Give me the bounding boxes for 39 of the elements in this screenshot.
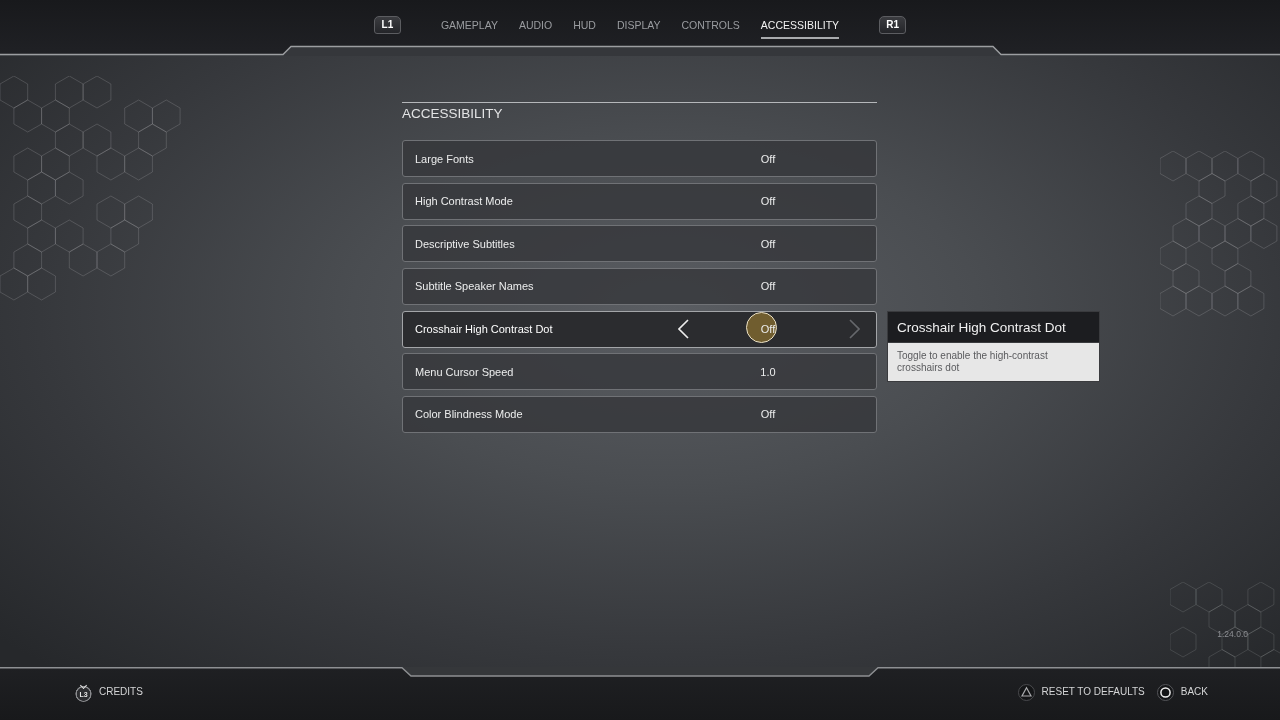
setting-row[interactable]: Subtitle Speaker Names Off xyxy=(402,267,877,305)
setting-value: Off xyxy=(760,407,776,422)
setting-value: Off xyxy=(760,151,776,166)
setting-row[interactable]: Crosshair High Contrast Dot Off xyxy=(402,310,877,348)
chevron-right-icon xyxy=(848,319,860,340)
setting-value: Off xyxy=(760,322,776,337)
cursor-ring-icon xyxy=(746,312,777,344)
tab[interactable]: ACCESSIBILITY xyxy=(760,11,840,39)
tab[interactable]: CONTROLS xyxy=(681,11,740,39)
setting-label: High Contrast Mode xyxy=(415,194,513,209)
circle-icon xyxy=(1156,683,1174,701)
section-title: ACCESSIBILITY xyxy=(402,106,503,122)
tab[interactable]: GAMEPLAY xyxy=(440,11,498,39)
tooltip-description: Toggle to enable the high-contrast crosshairs dot xyxy=(887,342,1100,382)
back-button[interactable]: BACK xyxy=(1156,683,1208,701)
setting-value: Off xyxy=(760,279,776,294)
setting-row[interactable]: High Contrast Mode Off xyxy=(402,182,877,220)
setting-label: Color Blindness Mode xyxy=(415,407,523,422)
setting-label: Menu Cursor Speed xyxy=(415,364,514,379)
version-label: 1.24.0.0 xyxy=(1217,629,1248,639)
chevron-left-icon xyxy=(677,319,689,340)
tab[interactable]: DISPLAY xyxy=(616,11,661,39)
reset-defaults-button[interactable]: RESET TO DEFAULTS xyxy=(1017,683,1145,701)
setting-value: 1.0 xyxy=(760,364,776,379)
tab[interactable]: HUD xyxy=(573,11,596,39)
setting-row[interactable]: Large Fonts Off xyxy=(402,140,877,177)
tooltip-title: Crosshair High Contrast Dot xyxy=(887,311,1100,342)
setting-label: Crosshair High Contrast Dot xyxy=(415,322,553,337)
shoulder-button[interactable]: R1 xyxy=(879,16,907,34)
shoulder-button[interactable]: L1 xyxy=(373,16,401,34)
setting-label: Large Fonts xyxy=(415,151,474,166)
setting-value: Off xyxy=(760,236,776,251)
setting-label: Subtitle Speaker Names xyxy=(415,279,534,294)
setting-label: Descriptive Subtitles xyxy=(415,236,515,251)
setting-row[interactable]: Menu Cursor Speed 1.0 xyxy=(402,353,877,391)
setting-row[interactable]: Color Blindness Mode Off xyxy=(402,395,877,433)
setting-value: Off xyxy=(760,194,776,209)
setting-row[interactable]: Descriptive Subtitles Off xyxy=(402,225,877,263)
tab[interactable]: AUDIO xyxy=(518,11,553,39)
